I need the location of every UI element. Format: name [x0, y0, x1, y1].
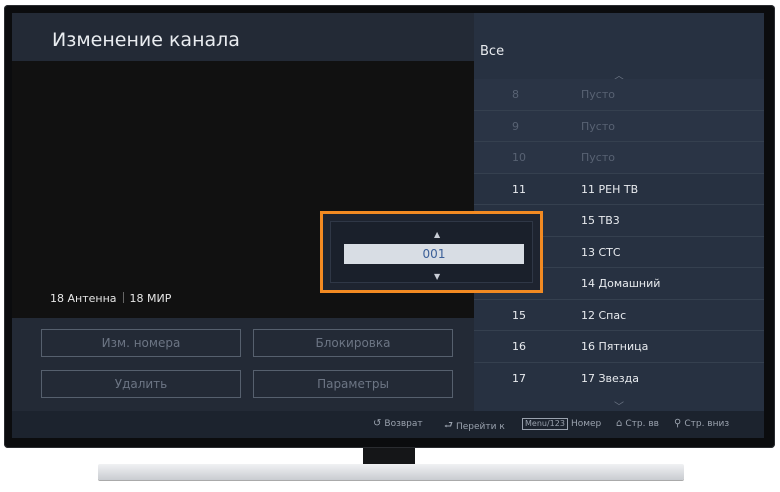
channel-name: Пусто: [581, 151, 615, 164]
back-hint[interactable]: ↺ Возврат: [373, 418, 423, 429]
channel-row[interactable]: 10 Пусто: [474, 142, 764, 174]
current-channel-label: 18 МИР: [129, 292, 172, 305]
channel-number: 11: [512, 182, 526, 196]
channel-number: 9: [512, 119, 519, 133]
channel-name: 17 Звезда: [581, 371, 639, 385]
channel-number: 17: [512, 371, 526, 385]
list-filter-label: Все: [480, 44, 505, 59]
editor-panel: ▲ 001 ▼: [330, 221, 533, 283]
page-title: Изменение канала: [52, 29, 240, 51]
channel-down-icon: ⚲: [674, 418, 682, 429]
goto-hint-label: Перейти к: [456, 421, 505, 432]
tv-stand-base: [98, 464, 684, 480]
lock-button[interactable]: Блокировка: [253, 329, 453, 357]
increment-arrow-icon[interactable]: ▲: [434, 230, 440, 239]
channel-number: 8: [512, 88, 519, 101]
source-input-label: 18 Антенна: [50, 292, 117, 305]
channel-row[interactable]: 16 16 Пятница: [474, 331, 764, 363]
channel-up-icon: ⌂: [616, 418, 623, 429]
channel-row[interactable]: 8 Пусто: [474, 79, 764, 111]
channel-name: 15 ТВ3: [581, 214, 620, 227]
channel-name: 16 Пятница: [581, 340, 649, 353]
channel-name: 14 Домашний: [581, 277, 661, 290]
channel-number-editor: ▲ 001 ▼: [320, 211, 543, 293]
channel-number: 10: [512, 151, 526, 164]
parameters-button[interactable]: Параметры: [253, 370, 453, 398]
delete-button[interactable]: Удалить: [41, 370, 241, 398]
source-info: 18 Антенна 18 МИР: [50, 292, 171, 305]
channel-name: Пусто: [581, 88, 615, 101]
page-down-hint-label: Стр. вниз: [684, 418, 730, 429]
page-down-hint[interactable]: ⚲ Стр. вниз: [674, 418, 729, 429]
goto-hint[interactable]: ⮐ Перейти к: [444, 418, 505, 435]
divider: [122, 292, 124, 303]
decrement-arrow-icon[interactable]: ▼: [434, 272, 440, 281]
tv-screen: Изменение канала 18 Антенна 18 МИР Изм. н…: [12, 13, 764, 438]
enter-icon: ⮐: [444, 420, 453, 431]
channel-number: 15: [512, 308, 526, 322]
channel-number: 16: [512, 340, 526, 353]
number-hint[interactable]: Menu/123 Номер: [522, 418, 601, 430]
menu-key-icon: Menu/123: [522, 418, 568, 430]
change-number-button[interactable]: Изм. номера: [41, 329, 241, 357]
channel-name: Пусто: [581, 119, 615, 133]
channel-row[interactable]: 17 17 Звезда: [474, 363, 764, 395]
channel-row[interactable]: 9 Пусто: [474, 110, 764, 142]
number-hint-label: Номер: [570, 419, 602, 429]
remote-hint-bar: ↺ Возврат ⮐ Перейти к Menu/123 Номер ⌂ Стр. …: [12, 411, 764, 438]
back-hint-label: Возврат: [384, 418, 423, 429]
channel-name: 13 СТС: [581, 245, 621, 259]
channel-name: 11 РЕН ТВ: [581, 182, 639, 196]
channel-row[interactable]: 15 12 Спас: [474, 300, 764, 331]
page-up-hint-label: Стр. вв: [625, 418, 659, 429]
tv-stand-neck: [363, 448, 415, 464]
page-up-hint[interactable]: ⌂ Стр. вв: [616, 418, 659, 429]
channel-name: 12 Спас: [581, 308, 627, 322]
channel-row[interactable]: 11 11 РЕН ТВ: [474, 174, 764, 205]
return-icon: ↺: [373, 418, 382, 429]
channel-number-input[interactable]: 001: [344, 244, 524, 264]
